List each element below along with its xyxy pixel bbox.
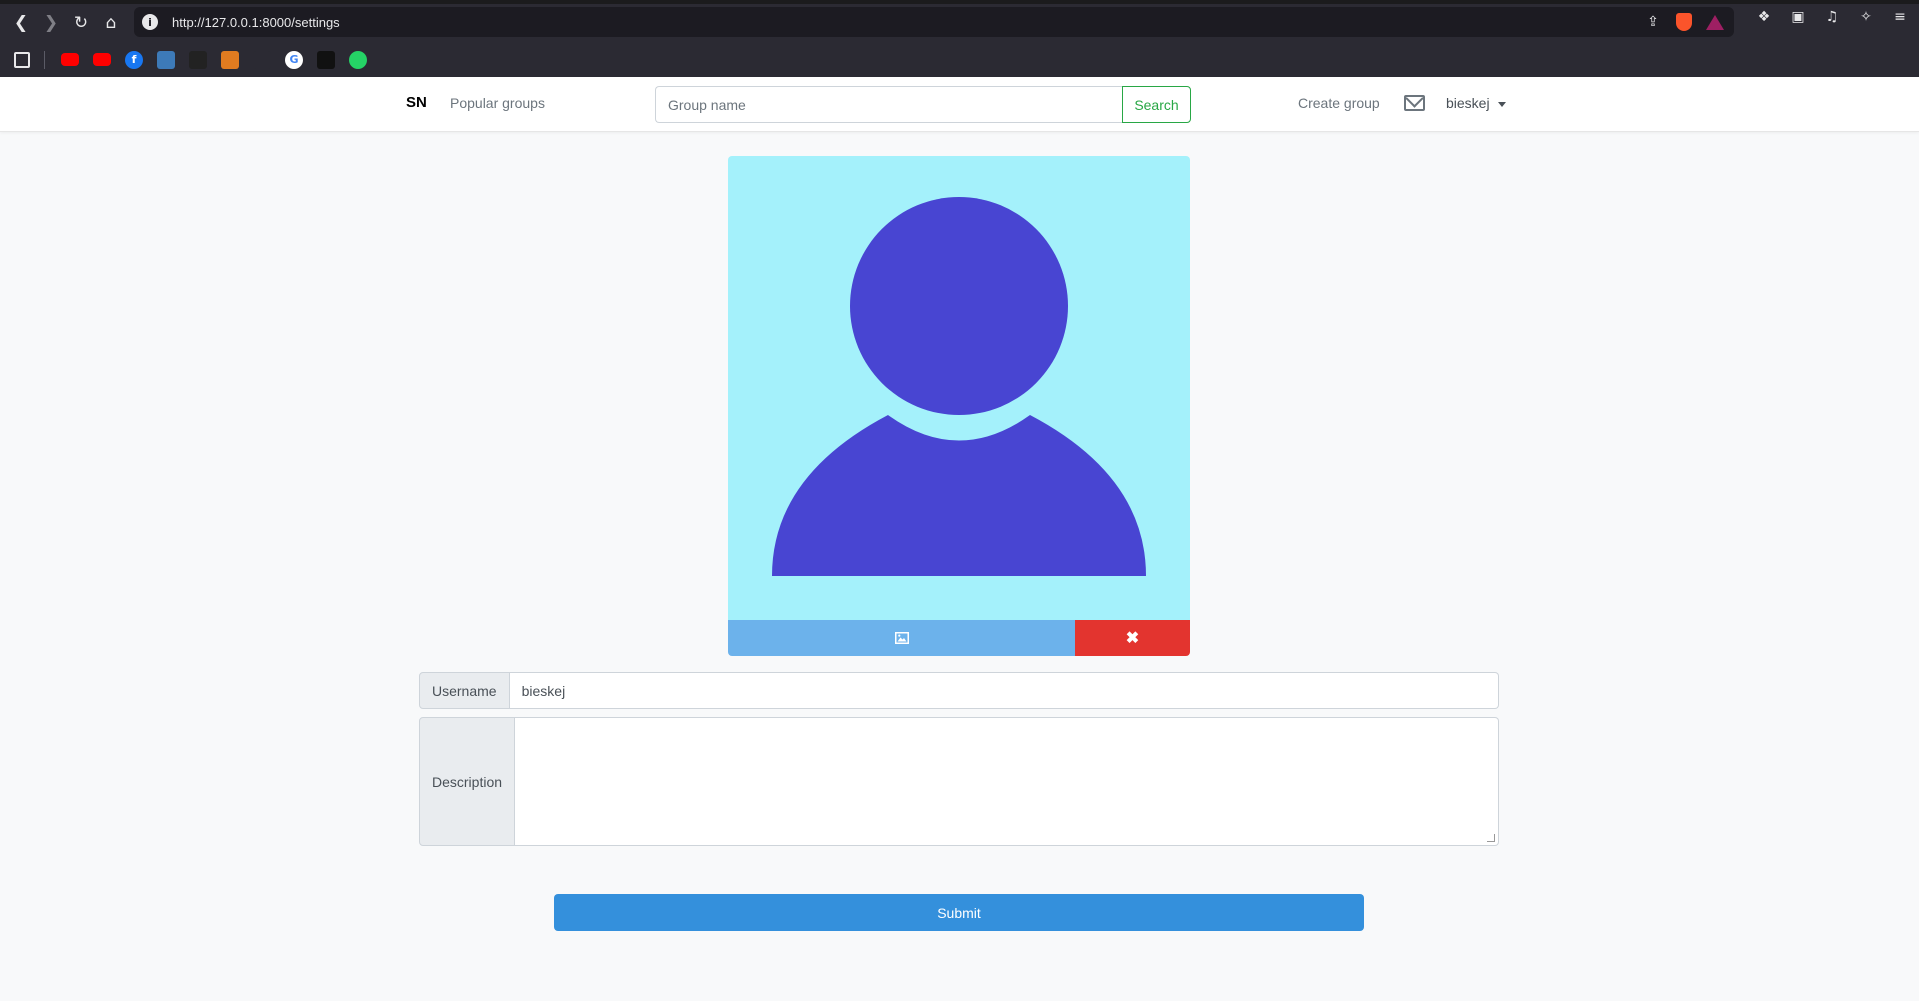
default-avatar-icon — [772, 197, 1146, 576]
remove-image-button[interactable]: ✖ — [1075, 620, 1190, 656]
resize-grip-icon[interactable] — [1487, 834, 1495, 842]
bookmark-icon[interactable] — [157, 50, 175, 69]
bookmark-icon[interactable] — [253, 50, 271, 69]
description-group: Description — [419, 717, 1499, 846]
reader-icon[interactable]: ▣ — [1789, 8, 1807, 26]
home-icon[interactable]: ⌂ — [96, 8, 126, 38]
apps-grid-icon[interactable] — [14, 51, 30, 68]
info-icon[interactable]: i — [142, 14, 158, 30]
brave-shields-icon[interactable] — [1676, 13, 1692, 31]
bookmarks-separator — [44, 50, 45, 69]
facebook-icon[interactable]: f — [125, 50, 143, 69]
share-icon[interactable]: ⇪ — [1644, 13, 1662, 31]
google-icon[interactable]: G — [285, 50, 303, 69]
back-icon[interactable]: ❮ — [6, 8, 36, 38]
popular-groups-link[interactable]: Popular groups — [450, 95, 545, 111]
user-dropdown[interactable]: bieskej — [1446, 95, 1506, 111]
description-label: Description — [419, 717, 516, 846]
menu-icon[interactable]: ≡ — [1891, 8, 1909, 26]
media-icon[interactable]: ♫ — [1823, 8, 1841, 26]
forward-icon[interactable]: ❯ — [36, 8, 66, 38]
url-text[interactable]: http://127.0.0.1:8000/settings — [172, 15, 340, 30]
leo-icon[interactable]: ✧ — [1857, 8, 1875, 26]
mail-icon[interactable] — [1404, 95, 1425, 111]
create-group-link[interactable]: Create group — [1298, 95, 1380, 111]
bookmark-list: fG — [61, 50, 381, 69]
search-button[interactable]: Search — [1122, 86, 1191, 123]
bookmark-icon[interactable] — [317, 50, 335, 69]
username-label: Username — [419, 672, 510, 709]
description-textarea[interactable] — [515, 717, 1499, 846]
site-navbar: SN Popular groups Search Create group bi… — [0, 77, 1919, 132]
whatsapp-icon[interactable] — [349, 50, 367, 69]
extensions-icon[interactable]: ❖ — [1755, 8, 1773, 26]
avatar-image — [728, 156, 1190, 620]
group-search-form: Search — [655, 86, 1191, 123]
username-input[interactable]: bieskej — [509, 672, 1499, 709]
submit-button[interactable]: Submit — [554, 894, 1364, 931]
username-group: Username bieskej — [419, 672, 1499, 709]
group-search-input[interactable] — [655, 86, 1122, 123]
image-icon — [894, 632, 909, 644]
brand-logo[interactable]: SN — [406, 94, 427, 111]
reload-icon[interactable]: ↻ — [66, 8, 96, 38]
bookmark-icon[interactable] — [221, 50, 239, 69]
youtube-icon[interactable] — [93, 53, 111, 66]
bookmarks-bar: fG — [0, 42, 1919, 77]
browser-toolbar: ❮ ❯ ↻ ⌂ i http://127.0.0.1:8000/settings… — [0, 4, 1919, 42]
bookmark-icon[interactable] — [189, 50, 207, 69]
address-bar[interactable]: i http://127.0.0.1:8000/settings ⇪ — [134, 7, 1734, 37]
brave-rewards-icon[interactable] — [1706, 14, 1724, 30]
user-dropdown-label: bieskej — [1446, 95, 1490, 111]
upload-image-button[interactable] — [728, 620, 1075, 656]
caret-down-icon — [1497, 101, 1506, 107]
avatar-actions: ✖ — [728, 620, 1190, 656]
close-icon: ✖ — [1125, 630, 1140, 647]
youtube-icon[interactable] — [61, 53, 79, 66]
